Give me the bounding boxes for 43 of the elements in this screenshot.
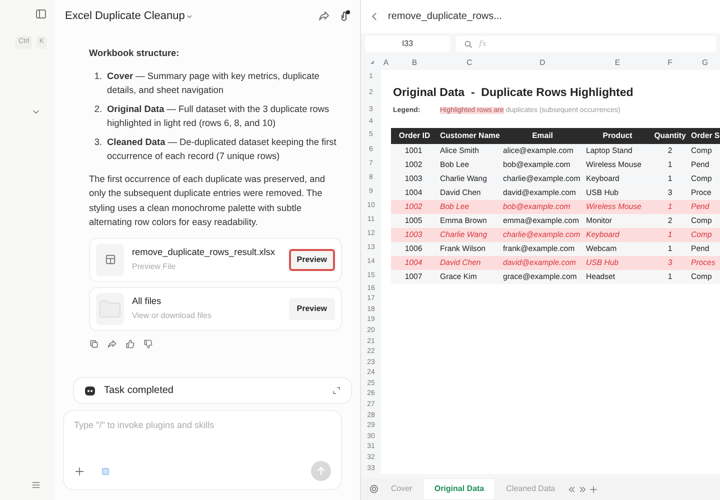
section-heading: Workbook structure: (89, 47, 180, 60)
share-icon[interactable] (318, 10, 330, 22)
file-name: remove_duplicate_rows_result.xlsx (132, 246, 276, 259)
list-number: 2. (93, 102, 103, 116)
sheet-tab[interactable]: Cleaned Data (496, 479, 566, 499)
thumbs-down-icon[interactable] (143, 338, 153, 348)
plus-icon[interactable] (74, 466, 85, 476)
list-number: 1. (93, 70, 103, 82)
spreadsheet-file-icon (96, 244, 124, 276)
file-subtitle: Preview File (132, 260, 177, 272)
add-sheet-icon[interactable] (589, 484, 598, 494)
robot-icon (84, 384, 96, 396)
sheet-title: Original Data - Duplicate Rows Highlighted (393, 86, 634, 99)
sheet-tab[interactable]: Cover (381, 479, 422, 499)
file-name: All files (132, 295, 162, 308)
settings-icon[interactable] (369, 484, 379, 494)
next-sheets-icon[interactable] (578, 484, 588, 494)
task-status-text: Task completed (104, 384, 174, 398)
conversation-title: Excel Duplicate Cleanup (65, 8, 185, 24)
formula-label: fx (479, 38, 486, 50)
menu-icon[interactable] (31, 480, 41, 490)
file-subtitle: View or download files (132, 310, 212, 322)
summary-paragraph: The first occurrence of each duplicate was preserved, and only the subsequent duplicate entries were removed. The styling uses a clean monochrome palette with subtle alternating row colors for easy readability. (89, 172, 326, 229)
preview-button[interactable]: Preview (288, 298, 335, 320)
previous-sheets-icon[interactable] (567, 484, 576, 494)
list-number: 3. (93, 136, 103, 148)
search-icon[interactable] (464, 40, 473, 48)
sidebar-toggle-icon[interactable] (35, 8, 47, 20)
folder-icon (96, 292, 124, 324)
file-title: remove_duplicate_rows... (388, 10, 502, 24)
expand-icon[interactable] (332, 386, 341, 395)
thumbs-up-icon[interactable] (125, 338, 135, 348)
preview-button[interactable]: Preview (288, 248, 335, 270)
share-icon[interactable] (107, 338, 117, 348)
arrow-up-icon (316, 466, 326, 476)
message-input[interactable]: Type "/" to invoke plugins and skills (74, 419, 331, 432)
list-item-text: Cover — Summary page with key metrics, duplicate details, and sheet navigation (107, 70, 320, 97)
cell-reference-field[interactable]: I33 (365, 36, 450, 52)
copy-icon[interactable] (89, 338, 99, 348)
select-all-icon[interactable] (368, 58, 374, 65)
list-item-text: Cleaned Data — De-duplicated dataset keeping the first occurrence of each record (7 unique rows) (107, 136, 338, 163)
sheet-tab[interactable]: Original Data (424, 479, 494, 499)
list-item-text: Original Data — Full dataset with the 3 duplicate rows highlighted in light red (rows 6, 8, and 10) (107, 102, 330, 130)
